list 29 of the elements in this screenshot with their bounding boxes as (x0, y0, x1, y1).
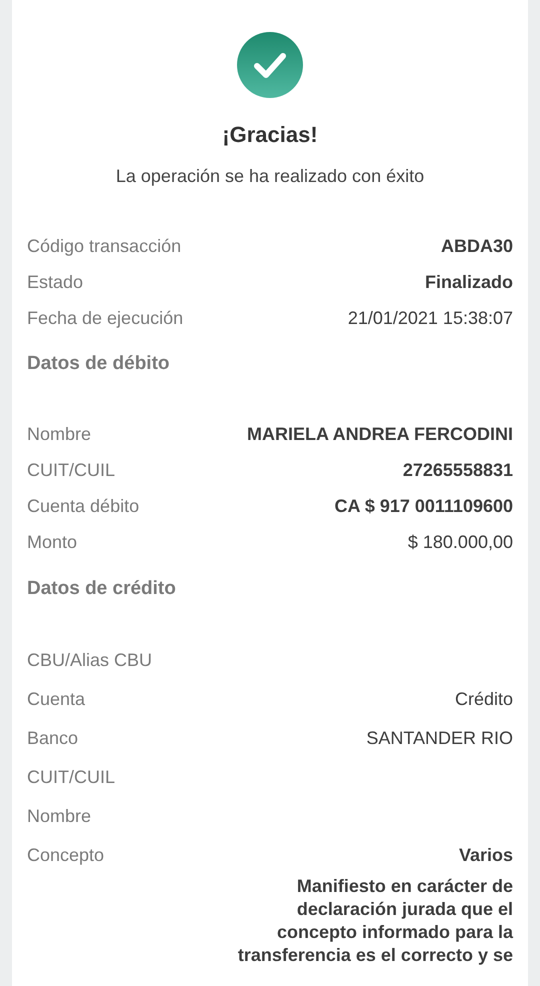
field-label: CUIT/CUIL (27, 766, 116, 789)
field-label: CUIT/CUIL (27, 459, 116, 482)
section-title: Datos de crédito (27, 576, 177, 600)
field-label: Nombre (27, 423, 92, 446)
field-value: Varios (458, 844, 513, 867)
field-label: Nombre (27, 805, 92, 828)
field-value: SANTANDER RIO (366, 727, 513, 750)
field-value: MARIELA ANDREA FERCODINI (247, 423, 513, 446)
field-label: Cuenta débito (27, 495, 140, 518)
section-title: Datos de débito (27, 352, 171, 376)
field-label: Banco (27, 727, 78, 750)
success-message: La operación se ha realizado con éxito (116, 165, 424, 188)
field-label: Concepto (27, 844, 104, 867)
title: ¡Gracias! (222, 121, 318, 149)
field-value: CA $ 917 0011109600 (334, 495, 513, 518)
field-label: CBU/Alias CBU (27, 649, 152, 672)
field-value: 27265558831 (402, 459, 513, 482)
field-value: Crédito (454, 688, 513, 711)
field-value: 21/01/2021 15:38:07 (348, 306, 513, 330)
field-label: Código transacción (27, 234, 182, 258)
field-value: ABDA30 (440, 234, 513, 258)
field-label: Cuenta (27, 688, 86, 711)
field-value: $ 180.000,00 (408, 531, 513, 554)
declaration-text: Manifiesto en carácter de declaración jurada que el concepto informado para la transferencia es el correcto y se (236, 875, 513, 967)
field-label: Fecha de ejecución (27, 306, 184, 330)
check-icon (237, 32, 303, 98)
field-label: Estado (27, 270, 84, 294)
field-label: Monto (27, 531, 78, 554)
field-value: Finalizado (424, 270, 513, 294)
